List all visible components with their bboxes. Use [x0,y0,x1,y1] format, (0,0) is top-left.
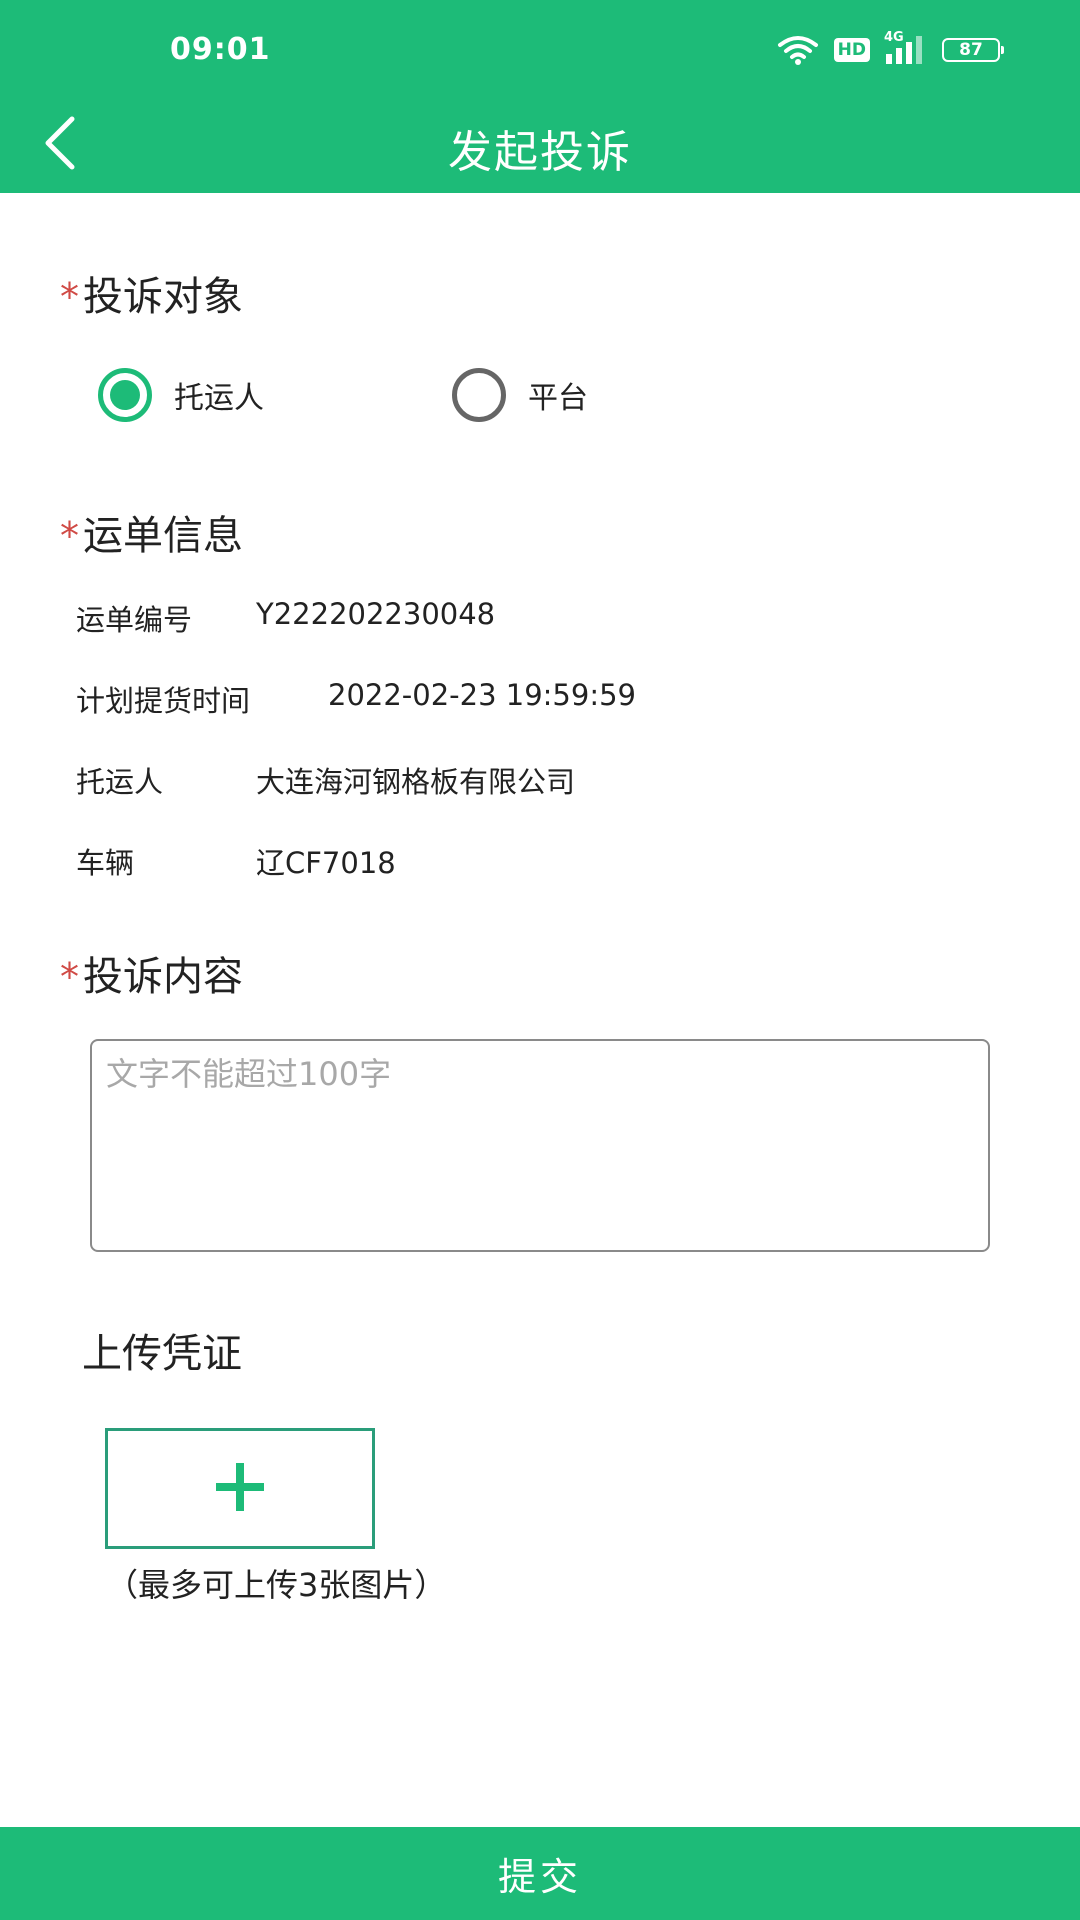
info-key: 计划提货时间 [76,684,251,718]
radio-label: 平台 [528,381,588,416]
waybill-row-vehicle: 车辆 辽CF7018 [76,840,396,882]
complaint-content-input[interactable] [90,1039,990,1252]
required-mark: * [60,955,79,999]
waybill-title: 运单信息 [83,513,243,559]
info-key: 托运人 [76,765,164,799]
battery-icon: 87 [942,38,1004,62]
complaint-target-title: 投诉对象 [83,274,243,320]
status-time: 09:01 [170,32,271,67]
app-header: 09:01 HD 4G 87 发起投诉 [0,0,1080,193]
page-title: 发起投诉 [448,127,632,178]
radio-option-platform[interactable]: 平台 [452,368,588,422]
waybill-heading: * 运单信息 [60,503,243,561]
info-key: 运单编号 [76,603,193,637]
radio-unchecked-icon [452,368,506,422]
hd-icon: HD [833,38,870,62]
info-key: 车辆 [76,846,135,880]
required-mark: * [60,514,79,558]
info-value: 辽CF7018 [256,846,396,880]
upload-hint: （最多可上传3张图片） [106,1566,447,1604]
radio-label: 托运人 [174,381,264,416]
radio-checked-icon [98,368,152,422]
add-image-button[interactable] [105,1428,375,1549]
complaint-content-title: 投诉内容 [83,954,243,1000]
signal-icon: 4G [884,30,928,66]
info-value: Y222202230048 [256,597,496,631]
wifi-icon [776,35,820,65]
plus-icon [212,1459,268,1519]
complaint-content-heading: * 投诉内容 [60,944,243,1002]
complaint-screen: 09:01 HD 4G 87 发起投诉 * 投诉对象 托运人 平台 * 运单信息… [0,0,1080,1920]
upload-heading: 上传凭证 [82,1331,242,1377]
complaint-target-heading: * 投诉对象 [60,264,243,322]
submit-button[interactable]: 提交 [0,1827,1080,1920]
waybill-row-consignor: 托运人 大连海河钢格板有限公司 [76,759,575,801]
required-mark: * [60,275,79,319]
status-icons: HD 4G 87 [776,30,1004,66]
radio-option-consignor[interactable]: 托运人 [98,368,264,422]
waybill-row-number: 运单编号 Y222202230048 [76,597,495,639]
info-value: 2022-02-23 19:59:59 [328,678,636,712]
waybill-row-pickup-time: 计划提货时间 2022-02-23 19:59:59 [76,678,636,720]
battery-level: 87 [959,40,983,60]
info-value: 大连海河钢格板有限公司 [256,765,576,799]
